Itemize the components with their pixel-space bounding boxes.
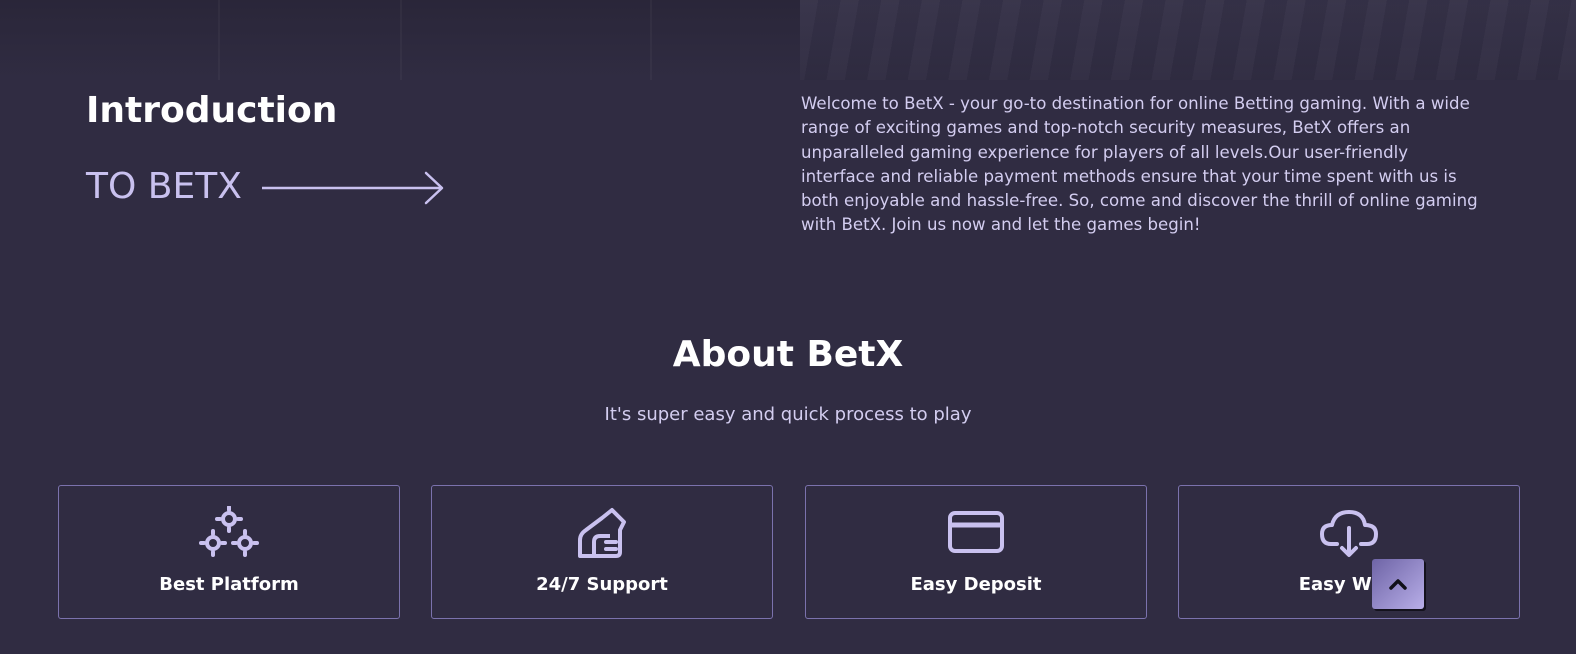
hero-banner-strip xyxy=(0,0,1576,80)
cloud-download-icon xyxy=(1320,510,1378,557)
intro-description: Welcome to BetX - your go-to destination… xyxy=(801,94,1478,235)
scroll-to-top-button[interactable] xyxy=(1372,559,1424,609)
feature-card-best-platform[interactable]: Best Platform xyxy=(58,485,400,619)
gears-icon xyxy=(199,506,259,557)
credit-card-icon xyxy=(948,511,1004,553)
chevron-up-icon xyxy=(1389,579,1407,590)
feature-card-easy-deposit[interactable]: Easy Deposit xyxy=(805,485,1147,619)
feature-label: Easy With xyxy=(1298,574,1400,595)
support-hand-icon xyxy=(578,508,626,558)
arrow-right-icon xyxy=(262,171,444,205)
about-title: About BetX xyxy=(672,334,904,375)
feature-card-easy-withdraw[interactable]: Easy With xyxy=(1178,485,1520,619)
banner-background-image xyxy=(800,0,1576,80)
feature-label: Best Platform xyxy=(159,574,299,595)
about-subtitle: It's super easy and quick process to pla… xyxy=(604,404,972,425)
banner-decor-line xyxy=(400,0,402,80)
feature-card-support[interactable]: 24/7 Support xyxy=(431,485,773,619)
banner-decor-line xyxy=(650,0,652,80)
intro-subtitle: TO BETX xyxy=(86,166,242,207)
intro-title: Introduction xyxy=(86,90,338,131)
banner-decor-line xyxy=(218,0,220,80)
feature-label: 24/7 Support xyxy=(536,574,668,595)
feature-label: Easy Deposit xyxy=(910,574,1042,595)
